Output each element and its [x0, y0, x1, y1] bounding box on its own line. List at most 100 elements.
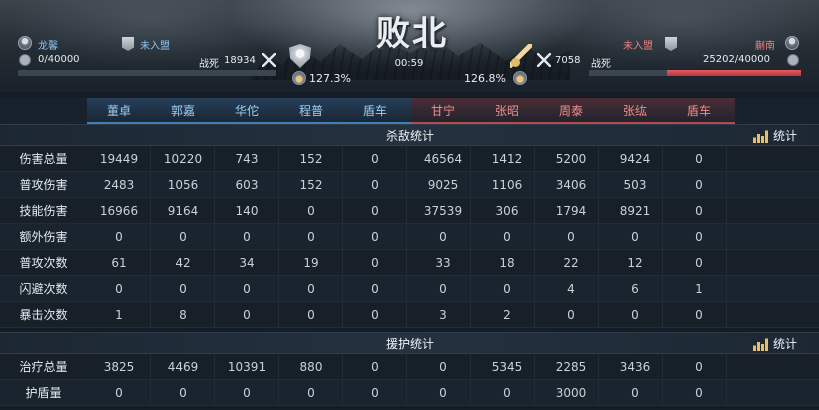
stat-cell: 6 — [631, 282, 639, 296]
stat-cell: 0 — [307, 386, 315, 400]
stat-cell: 0 — [307, 230, 315, 244]
kill-stats-section: 杀敌统计 统计 — [0, 124, 819, 146]
stat-cell: 0 — [371, 178, 379, 192]
stat-cell: 2483 — [103, 178, 135, 192]
hero-name[interactable]: 张昭 — [475, 98, 539, 124]
section-title: 援护统计 — [385, 337, 434, 351]
hero-name[interactable]: 张纮 — [603, 98, 667, 124]
left-troops: 0/40000 — [38, 54, 80, 65]
bonus-icon — [292, 71, 306, 85]
stat-cell: 0 — [243, 308, 251, 322]
left-bonus: 127.3% — [309, 72, 351, 85]
left-player-panel: 龙馨 未入盟 0/40000 战死 18934 — [18, 36, 288, 86]
table-row: 普攻次数 61 42 34 19 0 33 18 22 12 0 — [0, 250, 819, 276]
stat-cell: 61 — [111, 256, 127, 270]
stat-cell: 0 — [371, 282, 379, 296]
stat-cell: 10220 — [163, 152, 203, 166]
stat-cell: 0 — [371, 230, 379, 244]
left-player-alliance: 未入盟 — [140, 41, 170, 52]
stat-cell: 9424 — [619, 152, 651, 166]
stat-cell: 2 — [503, 308, 511, 322]
stat-cell: 0 — [695, 230, 703, 244]
stat-cell: 3825 — [103, 360, 135, 374]
stat-cell: 0 — [439, 360, 447, 374]
stat-cell: 0 — [179, 282, 187, 296]
stat-cell: 0 — [179, 230, 187, 244]
hero-name[interactable]: 周泰 — [539, 98, 603, 124]
stat-cell: 0 — [439, 282, 447, 296]
right-deaths-value: 7058 — [555, 55, 581, 66]
stat-cell: 0 — [115, 282, 123, 296]
stat-cell: 42 — [175, 256, 191, 270]
alliance-icon — [665, 37, 677, 51]
right-bonus: 126.8% — [464, 72, 506, 85]
row-label: 技能伤害 — [19, 204, 68, 218]
stat-cell: 0 — [371, 360, 379, 374]
row-divider — [0, 327, 819, 328]
stat-cell: 0 — [631, 386, 639, 400]
chart-icon — [752, 337, 769, 351]
row-label: 闪避次数 — [19, 282, 68, 296]
stat-cell: 4469 — [167, 360, 199, 374]
stats-button[interactable]: 统计 — [752, 333, 797, 355]
stat-cell: 503 — [623, 178, 647, 192]
hero-name[interactable]: 盾车 — [667, 98, 731, 124]
left-troops-bar — [18, 70, 276, 76]
stat-cell: 10391 — [227, 360, 267, 374]
stat-cell: 0 — [503, 386, 511, 400]
stat-cell: 0 — [307, 282, 315, 296]
table-row: 伤害总量 19449 10220 743 152 0 46564 1412 5200 9424 0 — [0, 146, 819, 172]
support-stats-section: 援护统计 统计 — [0, 332, 819, 354]
right-player-name[interactable]: 蒯南 — [755, 37, 775, 52]
stat-cell: 3406 — [555, 178, 587, 192]
chart-icon — [752, 129, 769, 143]
stat-cell: 12 — [627, 256, 643, 270]
stat-cell: 37539 — [423, 204, 463, 218]
alliance-icon — [122, 37, 134, 51]
death-icon — [262, 53, 276, 67]
right-troops: 25202/40000 — [703, 54, 770, 65]
stat-cell: 0 — [631, 230, 639, 244]
stat-cell: 0 — [243, 230, 251, 244]
stat-cell: 0 — [371, 308, 379, 322]
hero-name[interactable]: 甘宁 — [411, 98, 475, 124]
stat-cell: 5345 — [491, 360, 523, 374]
hero-name[interactable]: 郭嘉 — [151, 98, 215, 124]
hero-name[interactable]: 华佗 — [215, 98, 279, 124]
stat-cell: 0 — [307, 204, 315, 218]
stats-button-label: 统计 — [772, 129, 797, 143]
left-deaths-value: 18934 — [224, 55, 256, 66]
hero-name[interactable]: 董卓 — [87, 98, 151, 124]
hero-name[interactable]: 盾车 — [343, 98, 407, 124]
right-player-panel: 未入盟 蒯南 7058 战死 25202/40000 — [531, 36, 801, 86]
stat-cell: 0 — [695, 360, 703, 374]
stat-cell: 0 — [503, 282, 511, 296]
stats-button[interactable]: 统计 — [752, 125, 797, 147]
stat-cell: 0 — [307, 308, 315, 322]
defeat-title: 败北 — [376, 14, 448, 54]
left-player-name[interactable]: 龙馨 — [38, 37, 58, 52]
stat-cell: 140 — [235, 204, 259, 218]
stats-button-label: 统计 — [772, 337, 797, 351]
stat-cell: 0 — [371, 386, 379, 400]
stat-cell: 0 — [695, 386, 703, 400]
troops-icon — [19, 54, 31, 66]
stat-cell: 3 — [439, 308, 447, 322]
stat-cell: 8 — [179, 308, 187, 322]
section-title: 杀敌统计 — [385, 129, 434, 143]
stat-cell: 0 — [567, 230, 575, 244]
stat-cell: 0 — [371, 204, 379, 218]
hero-name[interactable]: 程普 — [279, 98, 343, 124]
stat-cell: 1056 — [167, 178, 199, 192]
row-label: 伤害总量 — [19, 152, 68, 166]
sword-icon — [510, 44, 532, 68]
stat-cell: 0 — [439, 230, 447, 244]
stat-cell: 0 — [115, 386, 123, 400]
stat-cell: 0 — [179, 386, 187, 400]
stat-cell: 19449 — [99, 152, 139, 166]
bonus-icon — [513, 71, 527, 85]
stat-cell: 33 — [435, 256, 451, 270]
row-label: 额外伤害 — [19, 230, 68, 244]
table-row: 暴击次数 1 8 0 0 0 3 2 0 0 0 — [0, 302, 819, 328]
table-row: 护盾量 0 0 0 0 0 0 0 3000 0 0 — [0, 380, 819, 406]
